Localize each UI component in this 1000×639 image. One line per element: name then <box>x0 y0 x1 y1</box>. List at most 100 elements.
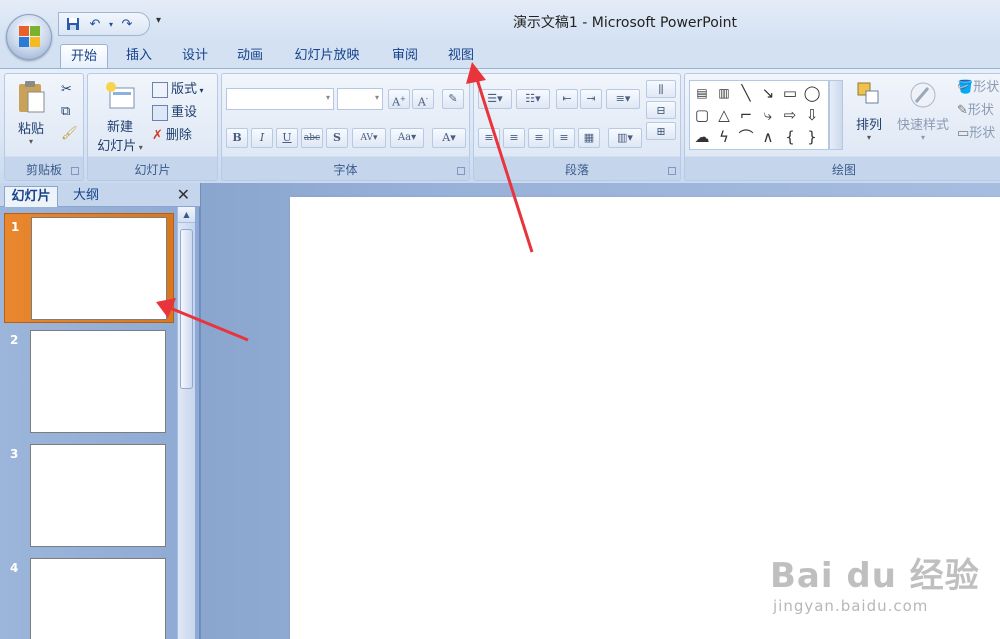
increase-indent-button[interactable]: ⇥ <box>580 89 602 109</box>
shape-fill-button[interactable]: 🪣形状 <box>957 78 999 98</box>
clipboard-launcher-icon[interactable] <box>71 167 79 175</box>
align-left-button[interactable]: ≡ <box>478 128 500 148</box>
font-launcher-icon[interactable] <box>457 167 465 175</box>
align-right-button[interactable]: ≡ <box>528 128 550 148</box>
shapes-gallery-scrollbar[interactable] <box>829 80 843 150</box>
delete-slide-button[interactable]: ✗ 删除 <box>152 126 192 146</box>
quick-styles-button[interactable]: 快速样式 ▾ <box>891 80 955 142</box>
oval-shape-icon[interactable]: ◯ <box>802 83 822 103</box>
bullets-button[interactable]: ☰▾ <box>478 89 512 109</box>
font-size-combo[interactable]: ▾ <box>337 88 383 110</box>
copy-button[interactable]: ⧉ <box>61 102 70 122</box>
format-painter-button[interactable]: 🖌 <box>61 124 78 144</box>
shape-effects-button[interactable]: ▭形状 <box>957 124 995 144</box>
slides-pane-scrollbar[interactable]: ▲ <box>177 207 195 639</box>
italic-button[interactable]: I <box>251 128 273 148</box>
arrange-icon <box>857 82 879 104</box>
slide-thumbnail-row[interactable]: 3 <box>4 441 174 551</box>
tab-review[interactable]: 审阅 <box>382 44 428 68</box>
char-spacing-button[interactable]: AV▾ <box>352 128 386 148</box>
bold-button[interactable]: B <box>226 128 248 148</box>
paste-button[interactable]: 粘贴 ▾ <box>11 80 51 146</box>
office-button[interactable] <box>6 14 52 60</box>
reset-button[interactable]: 重设 <box>152 103 197 123</box>
paste-icon <box>19 81 45 113</box>
copy-icon: ⧉ <box>61 104 71 119</box>
cut-button[interactable]: ✂ <box>61 80 72 100</box>
elbow-connector-shape-icon[interactable]: ⌐ <box>736 105 756 125</box>
scrollbar-thumb[interactable] <box>180 229 193 389</box>
arrange-button[interactable]: 排列 ▾ <box>851 80 887 142</box>
line-spacing-button[interactable]: ≡▾ <box>606 89 640 109</box>
cloud-shape-icon[interactable]: ☁ <box>692 127 712 147</box>
slide-thumbnail[interactable] <box>30 330 166 433</box>
slide-thumbnail-row[interactable]: 1 <box>4 213 174 323</box>
rectangle-shape-icon[interactable]: ▭ <box>780 83 800 103</box>
slide-number: 4 <box>10 561 19 575</box>
text-box-shape-icon[interactable]: ▤ <box>692 83 712 103</box>
shrink-font-button[interactable]: A- <box>412 89 434 109</box>
paragraph-launcher-icon[interactable] <box>668 167 676 175</box>
font-color-button[interactable]: A▾ <box>432 128 466 148</box>
new-slide-button[interactable]: 新建 幻灯片 ▾ <box>90 80 150 154</box>
slides-group-label: 幻灯片 <box>134 163 171 177</box>
slide-thumbnail[interactable] <box>30 558 166 639</box>
shapes-gallery[interactable]: ▤ ▥ ╲ ↘ ▭ ◯ ▢ △ ⌐ ⤷ ⇨ ⇩ ☁ ϟ ⌒ ∧ { } <box>689 80 829 150</box>
right-arrow-shape-icon[interactable]: ⇨ <box>780 105 800 125</box>
shape-outline-button[interactable]: ✎形状 <box>957 101 994 121</box>
align-text-button[interactable]: ⊟ <box>646 101 676 119</box>
vertical-text-box-shape-icon[interactable]: ▥ <box>714 83 734 103</box>
strikethrough-button[interactable]: abc <box>301 128 323 148</box>
columns-button[interactable]: ▥▾ <box>608 128 642 148</box>
tab-slideshow[interactable]: 幻灯片放映 <box>284 44 370 68</box>
underline-button[interactable]: U <box>276 128 298 148</box>
decrease-indent-button[interactable]: ⇤ <box>556 89 578 109</box>
slide-thumbnail[interactable] <box>31 217 167 320</box>
watermark-main: Bai du 经验 <box>770 556 980 596</box>
elbow-arrow-shape-icon[interactable]: ⤷ <box>758 105 778 125</box>
text-direction-button[interactable]: ⫼ <box>646 80 676 98</box>
numbering-button[interactable]: ☷▾ <box>516 89 550 109</box>
down-arrow-shape-icon[interactable]: ⇩ <box>802 105 822 125</box>
clear-format-icon[interactable]: ✎ <box>442 89 464 109</box>
slide-thumbnail-row[interactable]: 4 <box>4 555 174 639</box>
triangle-shape-icon[interactable]: △ <box>714 105 734 125</box>
pencil-icon: ✎ <box>957 103 968 118</box>
curve-shape-icon[interactable]: ∧ <box>758 127 778 147</box>
watermark-url: jingyan.baidu.com <box>773 597 929 615</box>
layout-dropdown-icon: ▾ <box>197 86 204 95</box>
left-brace-shape-icon[interactable]: { <box>780 127 800 147</box>
justify-button[interactable]: ≡ <box>553 128 575 148</box>
change-case-button[interactable]: Aa▾ <box>390 128 424 148</box>
tab-slides[interactable]: 幻灯片 <box>4 186 58 207</box>
tab-home[interactable]: 开始 <box>60 44 108 68</box>
office-logo-icon <box>19 26 41 48</box>
tab-animations[interactable]: 动画 <box>227 44 273 68</box>
arrow-line-shape-icon[interactable]: ↘ <box>758 83 778 103</box>
pane-tabs: 幻灯片 大纲 ✕ <box>0 183 200 207</box>
grow-font-button[interactable]: A+ <box>388 89 410 109</box>
align-center-button[interactable]: ≡ <box>503 128 525 148</box>
line-shape-icon[interactable]: ╲ <box>736 83 756 103</box>
brush-icon: 🖌 <box>61 126 78 141</box>
close-icon[interactable]: ✕ <box>177 185 190 204</box>
distributed-button[interactable]: ▦ <box>578 128 600 148</box>
new-slide-label-line2: 幻灯片 <box>97 139 137 154</box>
scroll-up-icon[interactable]: ▲ <box>178 207 195 223</box>
text-shadow-button[interactable]: S <box>326 128 348 148</box>
smartart-button[interactable]: ⊞ <box>646 122 676 140</box>
new-slide-label-line1: 新建 <box>106 120 133 135</box>
slide-thumbnail-row[interactable]: 2 <box>4 327 174 437</box>
slide-thumbnail[interactable] <box>30 444 166 547</box>
effects-icon: ▭ <box>957 126 970 141</box>
tab-insert[interactable]: 插入 <box>116 44 162 68</box>
tab-design[interactable]: 设计 <box>172 44 218 68</box>
font-name-combo[interactable]: ▾ <box>226 88 334 110</box>
right-brace-shape-icon[interactable]: } <box>802 127 822 147</box>
tab-view[interactable]: 视图 <box>438 44 484 68</box>
layout-button[interactable]: 版式 ▾ <box>152 80 204 100</box>
arc-shape-icon[interactable]: ⌒ <box>736 127 756 147</box>
lightning-shape-icon[interactable]: ϟ <box>714 127 734 147</box>
rounded-rect-shape-icon[interactable]: ▢ <box>692 105 712 125</box>
tab-outline[interactable]: 大纲 <box>60 186 112 207</box>
